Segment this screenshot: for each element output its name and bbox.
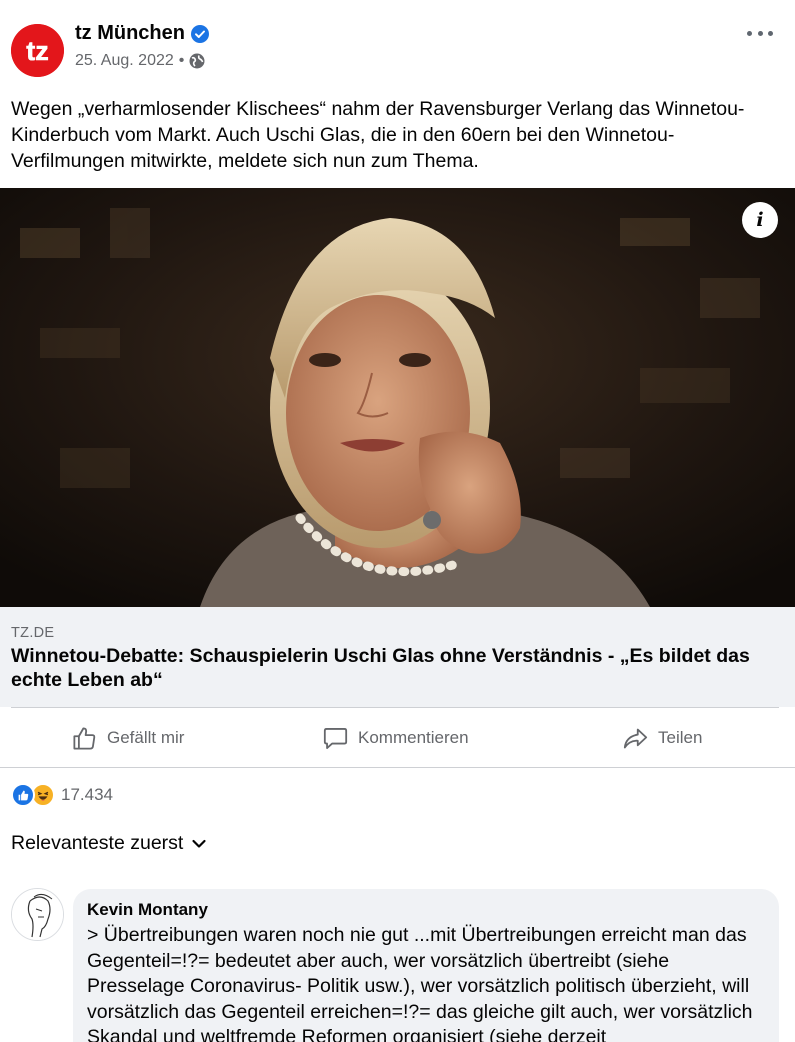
sketch-portrait-avatar: [12, 889, 63, 940]
divider: [0, 767, 795, 768]
comment-button[interactable]: Kommentieren: [322, 709, 469, 767]
like-reaction-icon: [11, 783, 35, 807]
page-name[interactable]: tz München: [75, 22, 209, 45]
divider: [11, 707, 779, 708]
svg-text:tz: tz: [26, 36, 49, 66]
chevron-down-icon: [192, 839, 206, 848]
verified-icon: [191, 24, 209, 43]
avatar[interactable]: [11, 888, 64, 941]
comment-label: Kommentieren: [358, 728, 469, 747]
like-button[interactable]: Gefällt mir: [71, 709, 184, 767]
comment-bubble: Kevin Montany > Übertreibungen waren noc…: [73, 889, 779, 1042]
reaction-count: 17.434: [61, 785, 113, 804]
comment-icon: [323, 727, 348, 749]
sort-label: Relevanteste zuerst: [11, 832, 184, 854]
page-avatar[interactable]: tz: [11, 24, 64, 77]
comment-sort-dropdown[interactable]: Relevanteste zuerst: [11, 832, 207, 855]
meta-separator: •: [178, 52, 185, 69]
action-bar: Gefällt mir Kommentieren Teilen: [0, 709, 795, 767]
comment-text: > Übertreibungen waren noch nie gut ...m…: [87, 924, 753, 1042]
page-name-label[interactable]: tz München: [75, 22, 185, 45]
post-meta: 25. Aug. 2022 •: [75, 52, 205, 70]
more-icon[interactable]: [747, 22, 773, 44]
reactions-summary[interactable]: 17.434: [11, 782, 113, 808]
share-button[interactable]: Teilen: [622, 709, 702, 767]
post-text: Wegen „verharmlosender Klischees“ nahm d…: [11, 98, 745, 172]
tz-logo: tz: [11, 24, 64, 77]
post-header: tz tz München 25. Aug. 2022 •: [0, 0, 795, 88]
globe-icon: [189, 53, 205, 69]
link-preview-card[interactable]: TZ.DE Winnetou-Debatte: Schauspielerin U…: [0, 607, 795, 707]
share-arrow-icon: [623, 728, 648, 748]
link-title[interactable]: Winnetou-Debatte: Schauspielerin Uschi G…: [11, 644, 781, 692]
post-image[interactable]: [0, 188, 795, 607]
link-domain: TZ.DE: [11, 625, 55, 641]
comment-author[interactable]: Kevin Montany: [87, 899, 765, 921]
share-label: Teilen: [658, 728, 703, 747]
portrait-photo: [0, 188, 795, 607]
thumbs-up-icon: [73, 726, 96, 750]
info-icon[interactable]: i: [742, 202, 778, 238]
like-label: Gefällt mir: [107, 728, 185, 747]
post-date[interactable]: 25. Aug. 2022: [75, 52, 174, 70]
